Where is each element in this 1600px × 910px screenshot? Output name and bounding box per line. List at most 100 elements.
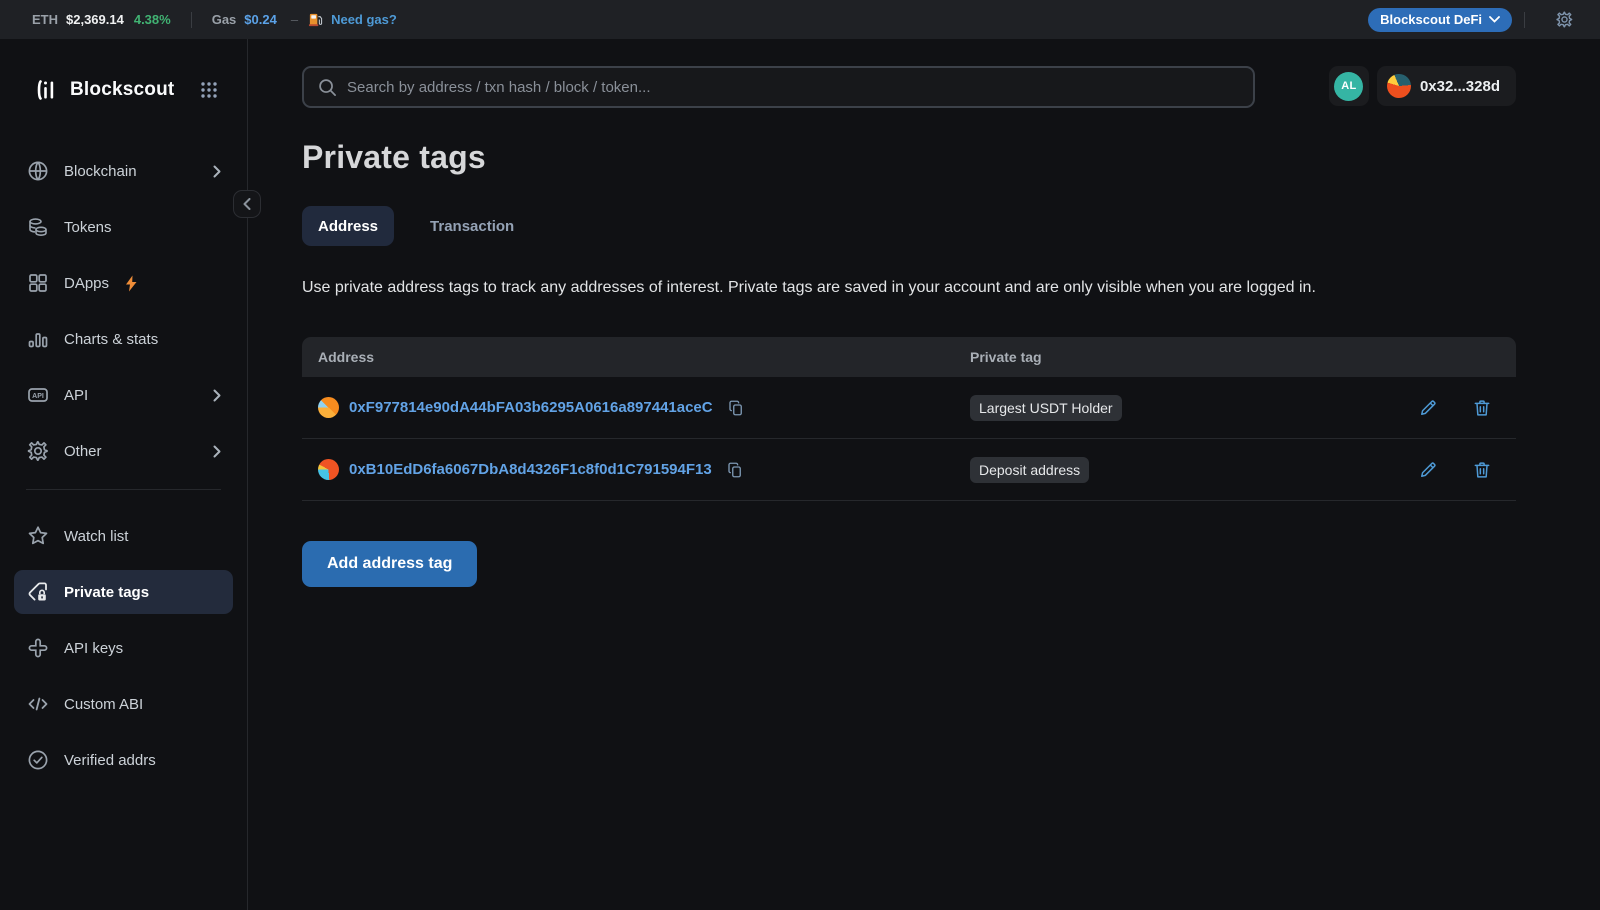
- sidebar: Blockscout Blockchain Tokens DApps Chart…: [0, 39, 261, 910]
- gear-icon: [27, 440, 48, 462]
- gas-price-link[interactable]: $0.24: [244, 12, 277, 27]
- sidebar-item-label: Custom ABI: [64, 695, 144, 713]
- sidebar-item-label: Tokens: [64, 218, 112, 236]
- address-cell: 0xB10EdD6fa6067DbA8d4326F1c8f0d1C791594F…: [302, 459, 970, 481]
- defi-dropdown-button[interactable]: Blockscout DeFi: [1368, 7, 1512, 32]
- tag-cell: Largest USDT Holder: [970, 394, 1386, 421]
- sidebar-item-custom-abi[interactable]: Custom ABI: [14, 682, 233, 726]
- pencil-icon: [1421, 399, 1436, 415]
- sidebar-collapse-button[interactable]: [233, 190, 261, 218]
- svg-text:API: API: [32, 393, 44, 400]
- sidebar-item-api-keys[interactable]: API keys: [14, 626, 233, 670]
- blockscout-logo[interactable]: [34, 77, 60, 103]
- copy-address-button[interactable]: [725, 397, 747, 419]
- address-identicon: [318, 397, 339, 418]
- sidebar-item-label: DApps: [64, 274, 110, 292]
- address-link[interactable]: 0xF977814e90dA44bFA03b6295A0616a897441ac…: [349, 399, 713, 416]
- actions-cell: [1386, 396, 1516, 420]
- page-description: Use private address tags to track any ad…: [302, 279, 1316, 296]
- table-row: 0xB10EdD6fa6067DbA8d4326F1c8f0d1C791594F…: [302, 439, 1516, 501]
- avatar: AL: [1334, 71, 1364, 101]
- eth-price-change: 4.38%: [133, 12, 171, 27]
- brand-name[interactable]: Blockscout: [70, 79, 174, 101]
- sidebar-item-label: Other: [64, 442, 102, 460]
- sidebar-main-nav: Blockchain Tokens DApps Charts & stats A…: [0, 149, 247, 473]
- grid-dots-icon: [201, 82, 217, 98]
- add-address-tag-button[interactable]: Add address tag: [302, 541, 478, 587]
- sidebar-item-api[interactable]: API API: [14, 373, 233, 417]
- wallet-button[interactable]: 0x32...328d: [1376, 66, 1516, 106]
- lightning-icon: [126, 275, 137, 291]
- sidebar-item-label: API: [64, 386, 89, 404]
- sidebar-account-nav: Watch list Private tags API keys Custom …: [0, 514, 247, 782]
- api-badge-icon: API: [28, 388, 48, 402]
- sidebar-item-charts-stats[interactable]: Charts & stats: [14, 317, 233, 361]
- tabs: Address Transaction: [302, 206, 1516, 246]
- sidebar-item-other[interactable]: Other: [14, 429, 233, 473]
- brand: Blockscout: [0, 77, 247, 103]
- sidebar-item-blockchain[interactable]: Blockchain: [14, 149, 233, 193]
- sidebar-item-label: Verified addrs: [64, 751, 156, 769]
- gear-icon: [1556, 11, 1573, 28]
- search-box[interactable]: [302, 66, 1255, 108]
- check-circle-icon: [28, 750, 48, 770]
- private-tags-table: Address Private tag 0xF977814e90dA44bFA0…: [302, 337, 1516, 501]
- topbar-actions: Blockscout DeFi: [1368, 6, 1578, 33]
- sidebar-item-watch-list[interactable]: Watch list: [14, 514, 233, 558]
- code-brackets-icon: [28, 697, 48, 711]
- trash-icon: [1474, 399, 1490, 416]
- private-tag-badge: Deposit address: [970, 456, 1090, 483]
- wallet-avatar: [1386, 74, 1411, 98]
- search-icon: [319, 78, 336, 96]
- column-header-address: Address: [318, 349, 375, 365]
- tag-cell: Deposit address: [970, 456, 1386, 483]
- address-identicon: [318, 459, 339, 480]
- tab-address[interactable]: Address: [302, 206, 395, 246]
- table-header: Address Private tag: [302, 337, 1516, 377]
- sidebar-item-private-tags[interactable]: Private tags: [14, 570, 233, 614]
- pencil-icon: [1421, 461, 1436, 477]
- defi-dropdown-label: Blockscout DeFi: [1380, 12, 1482, 27]
- fuel-pump-icon: [309, 13, 323, 27]
- page-title: Private tags: [302, 139, 486, 175]
- need-gas-link[interactable]: Need gas?: [331, 12, 397, 27]
- address-link[interactable]: 0xB10EdD6fa6067DbA8d4326F1c8f0d1C791594F…: [349, 461, 712, 478]
- delete-tag-button[interactable]: [1470, 458, 1494, 482]
- header-row: AL 0x32...328d: [302, 66, 1516, 108]
- top-stats-bar: ETH $2,369.14 4.38% Gas $0.24 – Need gas…: [0, 0, 1600, 39]
- sidebar-divider: [26, 489, 221, 490]
- account-avatar-button[interactable]: AL: [1328, 66, 1369, 106]
- sidebar-item-label: API keys: [64, 639, 124, 657]
- edit-tag-button[interactable]: [1416, 396, 1440, 420]
- chevron-right-icon: [213, 389, 221, 401]
- wallet-address: 0x32...328d: [1419, 77, 1500, 95]
- settings-gear-button[interactable]: [1551, 6, 1578, 33]
- apps-grid-button[interactable]: [197, 78, 221, 102]
- table-row: 0xF977814e90dA44bFA03b6295A0616a897441ac…: [302, 377, 1516, 439]
- network-stats: ETH $2,369.14 4.38% Gas $0.24 – Need gas…: [32, 11, 397, 28]
- chevron-left-icon: [243, 198, 251, 210]
- copy-icon: [728, 400, 742, 415]
- sidebar-item-label: Charts & stats: [64, 330, 159, 348]
- search-input[interactable]: [347, 78, 1239, 96]
- star-icon: [28, 526, 48, 545]
- sidebar-item-label: Private tags: [64, 583, 150, 601]
- edit-tag-button[interactable]: [1416, 458, 1440, 482]
- sidebar-item-verified-addrs[interactable]: Verified addrs: [14, 738, 233, 782]
- trash-icon: [1474, 461, 1490, 478]
- private-tag-lock-icon: [28, 582, 47, 601]
- sidebar-item-tokens[interactable]: Tokens: [14, 205, 233, 249]
- sidebar-item-dapps[interactable]: DApps: [14, 261, 233, 305]
- sidebar-item-label: Watch list: [64, 527, 129, 545]
- divider: [1524, 11, 1525, 28]
- profile-area: AL 0x32...328d: [1328, 66, 1516, 106]
- gas-dash: –: [290, 12, 299, 27]
- tab-transaction[interactable]: Transaction: [414, 206, 530, 246]
- copy-address-button[interactable]: [724, 459, 746, 481]
- eth-price: $2,369.14: [66, 12, 124, 27]
- bar-chart-icon: [28, 333, 48, 348]
- chevron-down-icon: [1489, 16, 1500, 23]
- actions-cell: [1386, 458, 1516, 482]
- coins-icon: [29, 218, 47, 237]
- delete-tag-button[interactable]: [1470, 396, 1494, 420]
